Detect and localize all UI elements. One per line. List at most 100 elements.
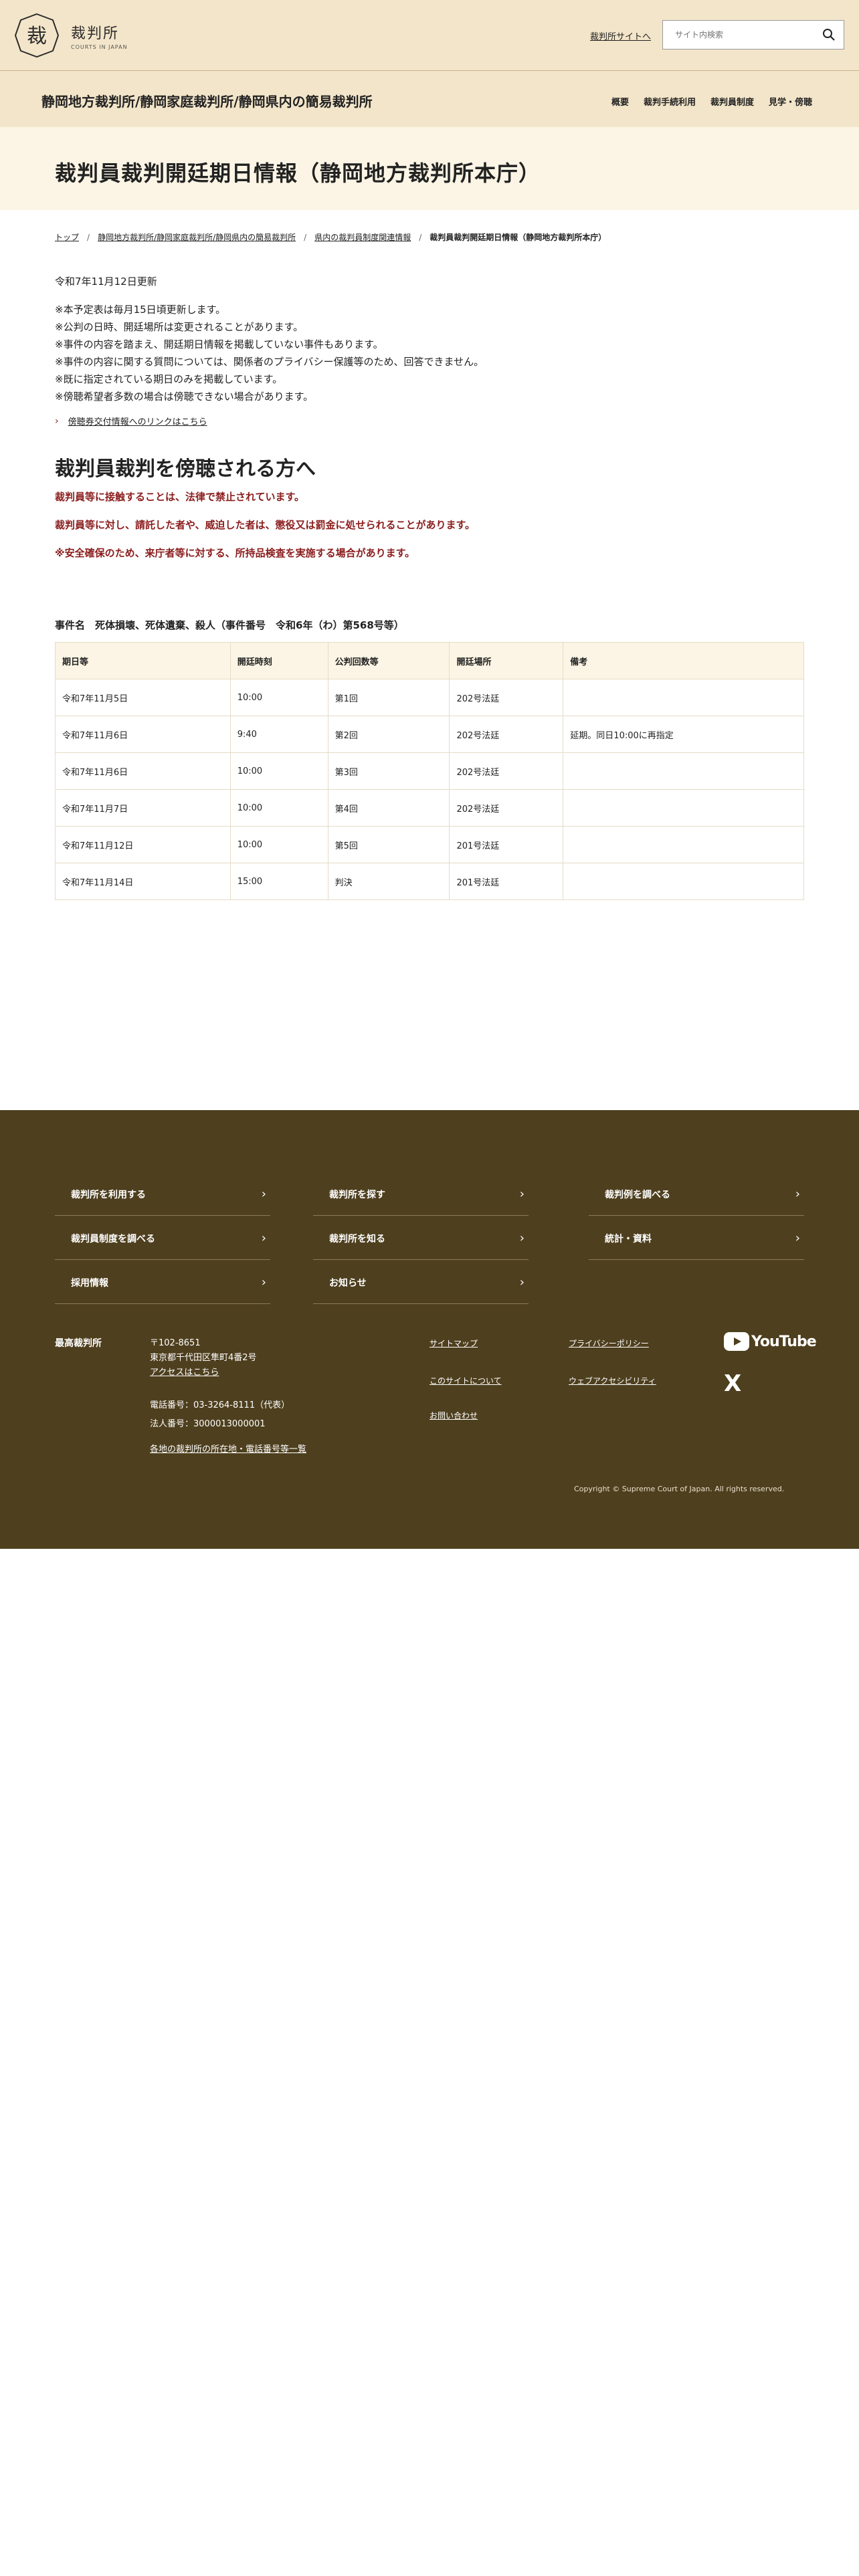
footer-accessibility-link[interactable]: ウェブアクセシビリティ	[569, 1375, 656, 1386]
table-cell: 15:00	[229, 863, 328, 900]
youtube-icon	[724, 1332, 749, 1351]
table-cell: 第1回	[327, 679, 450, 716]
footer-access-link[interactable]: アクセスはこちら	[150, 1368, 219, 1378]
table-header-row: 期日等 開廷時刻 公判回数等 開廷場所 備考	[55, 642, 804, 679]
breadcrumb-separator: /	[419, 232, 422, 242]
schedule-table: 期日等 開廷時刻 公判回数等 開廷場所 備考 令和7年11月5日 10:00 第…	[55, 642, 804, 900]
footer-nav-label: 統計・資料	[605, 1233, 652, 1245]
table-cell: 判決	[327, 863, 450, 900]
footer-nav-news[interactable]: お知らせ ›	[313, 1261, 529, 1304]
footer-contact-link[interactable]: お問い合わせ	[430, 1410, 478, 1421]
footer-nav-case-law[interactable]: 裁判例を調べる ›	[589, 1173, 804, 1216]
breadcrumb-lay-judge-info[interactable]: 県内の裁判員制度関連情報	[314, 231, 411, 243]
table-cell	[563, 826, 804, 863]
footer-phone: 電話番号：03-3264-8111（代表）	[150, 1400, 290, 1410]
title-band: 裁判員裁判開廷期日情報（静岡地方裁判所本庁）	[0, 127, 859, 210]
table-cell	[563, 863, 804, 900]
breadcrumb-court[interactable]: 静岡地方裁判所/静岡家庭裁判所/静岡県内の簡易裁判所	[98, 231, 296, 243]
site-header: 裁 裁判所 COURTS IN JAPAN 裁判所サイトへ	[0, 0, 859, 71]
table-cell: 令和7年11月12日	[55, 826, 231, 863]
court-logo[interactable]: 裁 裁判所 COURTS IN JAPAN	[13, 12, 128, 59]
footer-nav-label: お知らせ	[329, 1277, 367, 1289]
chevron-right-icon: ›	[519, 1187, 524, 1201]
breadcrumb-top[interactable]: トップ	[55, 231, 79, 243]
footer-street-address: 東京都千代田区隼町4番2号	[150, 1353, 257, 1363]
notice-item: ※本予定表は毎月15日頃更新します。	[55, 304, 226, 316]
logo-text: 裁判所	[71, 25, 120, 42]
table-cell: 令和7年11月7日	[55, 789, 231, 827]
table-cell: 令和7年11月5日	[55, 679, 231, 716]
nav-overview[interactable]: 概要	[611, 95, 629, 108]
youtube-wordmark: YouTube	[751, 1333, 817, 1350]
chevron-right-icon: ›	[519, 1275, 524, 1289]
table-row: 令和7年11月7日 10:00 第4回 202号法廷	[55, 789, 804, 827]
section-title: 裁判員裁判を傍聴される方へ	[55, 457, 316, 481]
table-cell: 第2回	[327, 716, 450, 753]
ticket-info-link-text[interactable]: 傍聴券交付情報へのリンクはこちら	[68, 415, 207, 427]
table-cell: 10:00	[229, 752, 328, 790]
column-header: 公判回数等	[327, 642, 450, 679]
footer-nav-label: 裁判所を知る	[329, 1233, 385, 1245]
table-row: 令和7年11月5日 10:00 第1回 202号法廷	[55, 679, 804, 716]
table-row: 令和7年11月6日 10:00 第3回 202号法廷	[55, 752, 804, 790]
footer-postal-code: 〒102-8651	[150, 1338, 201, 1348]
ticket-info-link[interactable]: › 傍聴券交付情報へのリンクはこちら	[55, 415, 207, 428]
nav-lay-judge[interactable]: 裁判員制度	[710, 95, 754, 108]
column-header: 期日等	[55, 642, 231, 679]
footer-sitemap-link[interactable]: サイトマップ	[430, 1337, 478, 1349]
search-input[interactable]	[663, 21, 814, 48]
notice-item: ※公判の日時、開廷場所は変更されることがあります。	[55, 321, 304, 333]
court-site-link[interactable]: 裁判所サイトへ	[590, 29, 651, 42]
table-cell: 201号法廷	[449, 826, 564, 863]
footer-org-name: 最高裁判所	[55, 1338, 102, 1349]
chevron-right-icon: ›	[55, 415, 59, 427]
footer-nav-statistics[interactable]: 統計・資料 ›	[589, 1217, 804, 1260]
case-name: 事件名 死体損壊、死体遺棄、殺人（事件番号 令和6年（わ）第568号等）	[55, 619, 404, 631]
nav-procedures[interactable]: 裁判手続利用	[644, 95, 696, 108]
table-cell: 令和7年11月6日	[55, 716, 231, 753]
table-cell: 令和7年11月6日	[55, 752, 231, 790]
logo-subtext: COURTS IN JAPAN	[71, 43, 128, 50]
table-cell: 10:00	[229, 679, 328, 716]
search-button[interactable]	[814, 21, 844, 49]
breadcrumb-current: 裁判員裁判開廷期日情報（静岡地方裁判所本庁）	[430, 233, 607, 242]
notice-list: ※本予定表は毎月15日頃更新します。 ※公判の日時、開廷場所は変更されることがあ…	[55, 301, 484, 405]
column-header: 備考	[563, 642, 804, 679]
x-social-icon[interactable]: X	[724, 1372, 741, 1395]
table-cell: 202号法廷	[449, 752, 564, 790]
notice-item: ※既に指定されている期日のみを掲載しています。	[55, 373, 283, 385]
footer-about-site-link[interactable]: このサイトについて	[430, 1375, 502, 1386]
footer-nav-label: 裁判例を調べる	[605, 1189, 670, 1200]
table-cell: 第4回	[327, 789, 450, 827]
table-cell: 202号法廷	[449, 789, 564, 827]
youtube-link[interactable]: YouTube	[724, 1332, 817, 1351]
logo-emblem-char: 裁	[27, 25, 47, 48]
warning-text: 裁判員等に接触することは、法律で禁止されています。	[55, 491, 305, 503]
footer-corp-number: 法人番号：3000013000001	[150, 1419, 266, 1429]
footer-address: 〒102-8651 東京都千代田区隼町4番2号 アクセスはこちら	[150, 1336, 257, 1380]
copyright: Copyright © Supreme Court of Japan. All …	[574, 1485, 785, 1493]
footer-nav-lay-judge[interactable]: 裁判員制度を調べる ›	[55, 1217, 270, 1260]
table-cell: 202号法廷	[449, 716, 564, 753]
breadcrumb: トップ / 静岡地方裁判所/静岡家庭裁判所/静岡県内の簡易裁判所 / 県内の裁判…	[55, 231, 606, 243]
footer-nav-label: 裁判所を利用する	[71, 1189, 146, 1200]
footer-courts-list-link[interactable]: 各地の裁判所の所在地・電話番号等一覧	[150, 1442, 306, 1455]
notice-item: ※事件の内容を踏まえ、開廷期日情報を掲載していない事件もあります。	[55, 338, 383, 350]
table-row: 令和7年11月6日 9:40 第2回 202号法廷 延期。同日10:00に再指定	[55, 716, 804, 753]
site-footer: 裁判所を利用する › 裁判所を探す › 裁判例を調べる › 裁判員制度を調べる › 裁判…	[0, 1110, 859, 1549]
footer-nav-recruit[interactable]: 採用情報 ›	[55, 1261, 270, 1304]
table-cell: 第3回	[327, 752, 450, 790]
table-cell: 202号法廷	[449, 679, 564, 716]
court-site-title[interactable]: 静岡地方裁判所/静岡家庭裁判所/静岡県内の簡易裁判所	[41, 91, 373, 110]
table-cell: 201号法廷	[449, 863, 564, 900]
footer-nav-use-courts[interactable]: 裁判所を利用する ›	[55, 1173, 270, 1216]
footer-nav-label: 裁判所を探す	[329, 1189, 385, 1200]
footer-nav-about-courts[interactable]: 裁判所を知る ›	[313, 1217, 529, 1260]
footer-nav-find-courts[interactable]: 裁判所を探す ›	[313, 1173, 529, 1216]
table-cell	[563, 752, 804, 790]
table-cell	[563, 679, 804, 716]
table-row: 令和7年11月14日 15:00 判決 201号法廷	[55, 863, 804, 900]
footer-privacy-link[interactable]: プライバシーポリシー	[569, 1337, 649, 1349]
nav-tour[interactable]: 見学・傍聴	[769, 95, 812, 108]
page-title: 裁判員裁判開廷期日情報（静岡地方裁判所本庁）	[55, 160, 541, 186]
